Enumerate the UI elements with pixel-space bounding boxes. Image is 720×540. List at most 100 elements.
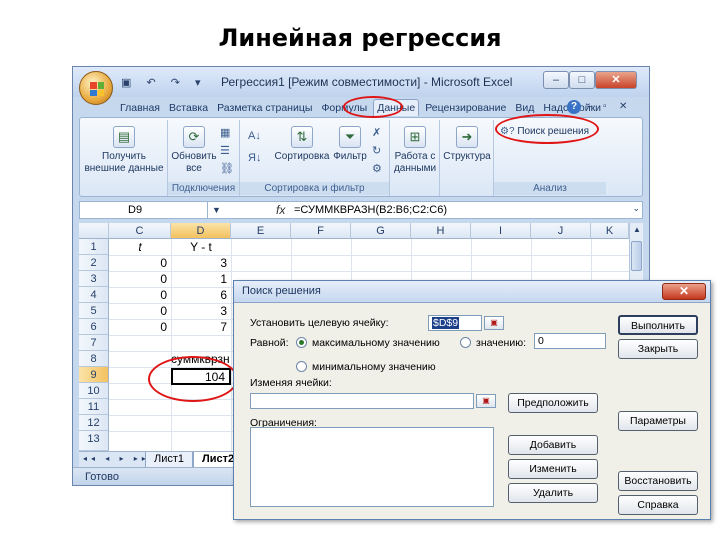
add-button[interactable]: Добавить bbox=[508, 435, 598, 455]
min-label: минимальному значению bbox=[312, 361, 436, 373]
connections-icon[interactable]: ▦ bbox=[220, 126, 230, 139]
cell-c5[interactable]: 0 bbox=[109, 303, 171, 319]
cell-d3[interactable]: 1 bbox=[171, 271, 231, 287]
value-input[interactable]: 0 bbox=[534, 333, 606, 349]
office-button[interactable] bbox=[79, 71, 113, 105]
dialog-close-icon[interactable]: ✕ bbox=[662, 283, 706, 300]
external-data-button[interactable]: ▤ Получить внешние данные bbox=[84, 126, 164, 175]
row-header[interactable]: 7 bbox=[79, 335, 109, 351]
close-icon[interactable]: ✕ bbox=[595, 71, 637, 89]
max-radio[interactable] bbox=[296, 337, 307, 348]
properties-icon[interactable]: ☰ bbox=[220, 144, 230, 157]
minimize-icon[interactable]: – bbox=[543, 71, 569, 89]
cell-d1[interactable]: Y - t bbox=[171, 239, 231, 255]
column-header[interactable]: E bbox=[231, 223, 291, 239]
ribbon-minimize-icon[interactable]: – bbox=[587, 101, 593, 112]
sort-desc-icon[interactable]: Я↓ bbox=[248, 152, 261, 164]
close-button[interactable]: Закрыть bbox=[618, 339, 698, 359]
dialog-title-bar: Поиск решения ✕ bbox=[234, 281, 710, 303]
tab-insert[interactable]: Вставка bbox=[166, 100, 211, 116]
cell-c4[interactable]: 0 bbox=[109, 287, 171, 303]
cell-c3[interactable]: 0 bbox=[109, 271, 171, 287]
column-header[interactable]: J bbox=[531, 223, 591, 239]
maximize-icon[interactable]: □ bbox=[569, 71, 595, 89]
sheet-tab-1[interactable]: Лист1 bbox=[145, 452, 194, 468]
min-radio[interactable] bbox=[296, 361, 307, 372]
row-header[interactable]: 10 bbox=[79, 383, 109, 399]
row-header[interactable]: 4 bbox=[79, 287, 109, 303]
ribbon-close-icon[interactable]: ✕ bbox=[619, 101, 627, 112]
sort-asc-icon[interactable]: A↓ bbox=[248, 130, 261, 142]
scrollbar-thumb[interactable] bbox=[631, 241, 642, 271]
advanced-filter-icon[interactable]: ⚙ bbox=[372, 162, 382, 175]
column-header[interactable]: I bbox=[471, 223, 531, 239]
cell-c6[interactable]: 0 bbox=[109, 319, 171, 335]
changing-cells-input[interactable] bbox=[250, 393, 474, 409]
scroll-up-icon[interactable]: ▲ bbox=[633, 225, 641, 234]
solver-dialog: Поиск решения ✕ Установить целевую ячейк… bbox=[233, 280, 711, 520]
row-header[interactable]: 2 bbox=[79, 255, 109, 271]
cell-d4[interactable]: 6 bbox=[171, 287, 231, 303]
refresh-all-button[interactable]: ⟳ Обновить все bbox=[170, 126, 218, 175]
quick-access-toolbar[interactable]: ▣ ↶ ↷ ▾ bbox=[121, 76, 207, 89]
row-header[interactable]: 5 bbox=[79, 303, 109, 319]
row-header[interactable]: 8 bbox=[79, 351, 109, 367]
help-icon[interactable]: ? bbox=[567, 100, 581, 114]
column-header[interactable]: H bbox=[411, 223, 471, 239]
filter-button[interactable]: ⏷ Фильтр bbox=[332, 126, 368, 163]
column-header[interactable]: K bbox=[591, 223, 629, 239]
cell-d6[interactable]: 7 bbox=[171, 319, 231, 335]
select-all-corner[interactable] bbox=[79, 223, 109, 239]
highlight-ring-data-tab bbox=[343, 96, 403, 118]
column-header[interactable]: D bbox=[171, 223, 231, 239]
target-collapse-icon[interactable]: ▣ bbox=[484, 316, 504, 330]
tab-page-layout[interactable]: Разметка страницы bbox=[214, 100, 315, 116]
dialog-title: Поиск решения bbox=[242, 285, 321, 297]
options-button[interactable]: Параметры bbox=[618, 411, 698, 431]
fx-icon[interactable]: fx bbox=[276, 202, 285, 218]
sort-button[interactable]: ⇅ Сортировка bbox=[274, 126, 330, 163]
refresh-icon: ⟳ bbox=[183, 126, 205, 148]
gridline bbox=[231, 239, 232, 451]
execute-button[interactable]: Выполнить bbox=[618, 315, 698, 335]
reapply-icon[interactable]: ↻ bbox=[372, 144, 381, 157]
cell-d2[interactable]: 3 bbox=[171, 255, 231, 271]
name-box[interactable]: D9 bbox=[80, 202, 208, 218]
column-header[interactable]: C bbox=[109, 223, 171, 239]
edit-links-icon[interactable]: ⛓ bbox=[220, 162, 234, 175]
group-label-connections: Подключения bbox=[168, 182, 239, 195]
highlight-ring-result-cell bbox=[148, 356, 238, 402]
group-external-data: ▤ Получить внешние данные bbox=[80, 120, 168, 196]
changing-collapse-icon[interactable]: ▣ bbox=[476, 394, 496, 408]
help-button[interactable]: Справка bbox=[618, 495, 698, 515]
column-header[interactable]: G bbox=[351, 223, 411, 239]
outline-button[interactable]: ➜ Структура bbox=[442, 126, 492, 163]
row-header[interactable]: 12 bbox=[79, 415, 109, 431]
ribbon-restore-icon[interactable]: ▫ bbox=[603, 101, 607, 112]
delete-button[interactable]: Удалить bbox=[508, 483, 598, 503]
row-header[interactable]: 9 bbox=[79, 367, 109, 383]
row-header[interactable]: 1 bbox=[79, 239, 109, 255]
column-header[interactable]: F bbox=[291, 223, 351, 239]
sheet-nav-arrows[interactable]: ◂◂ ◂ ▸ ▸▸ bbox=[83, 454, 150, 463]
change-button[interactable]: Изменить bbox=[508, 459, 598, 479]
row-header[interactable]: 3 bbox=[79, 271, 109, 287]
row-header[interactable]: 6 bbox=[79, 319, 109, 335]
restore-button[interactable]: Восстановить bbox=[618, 471, 698, 491]
tab-review[interactable]: Рецензирование bbox=[422, 100, 509, 116]
cell-d5[interactable]: 3 bbox=[171, 303, 231, 319]
formula-input[interactable]: =СУММКВРАЗН(B2:B6;C2:C6) bbox=[294, 202, 447, 218]
target-cell-input[interactable]: $D$9 bbox=[428, 315, 482, 331]
cell-c1[interactable]: t bbox=[109, 239, 171, 255]
guess-button[interactable]: Предположить bbox=[508, 393, 598, 413]
constraints-list[interactable] bbox=[250, 427, 494, 507]
value-radio[interactable] bbox=[460, 337, 471, 348]
cell-c2[interactable]: 0 bbox=[109, 255, 171, 271]
tab-home[interactable]: Главная bbox=[117, 100, 163, 116]
clear-filter-icon[interactable]: ✗ bbox=[372, 126, 381, 139]
row-header[interactable]: 13 bbox=[79, 431, 109, 451]
expand-formula-icon[interactable]: ⌄ bbox=[632, 203, 640, 214]
data-tools-button[interactable]: ⊞ Работа с данными bbox=[392, 126, 438, 175]
row-header[interactable]: 11 bbox=[79, 399, 109, 415]
name-box-dropdown-icon[interactable]: ▼ bbox=[212, 202, 221, 218]
